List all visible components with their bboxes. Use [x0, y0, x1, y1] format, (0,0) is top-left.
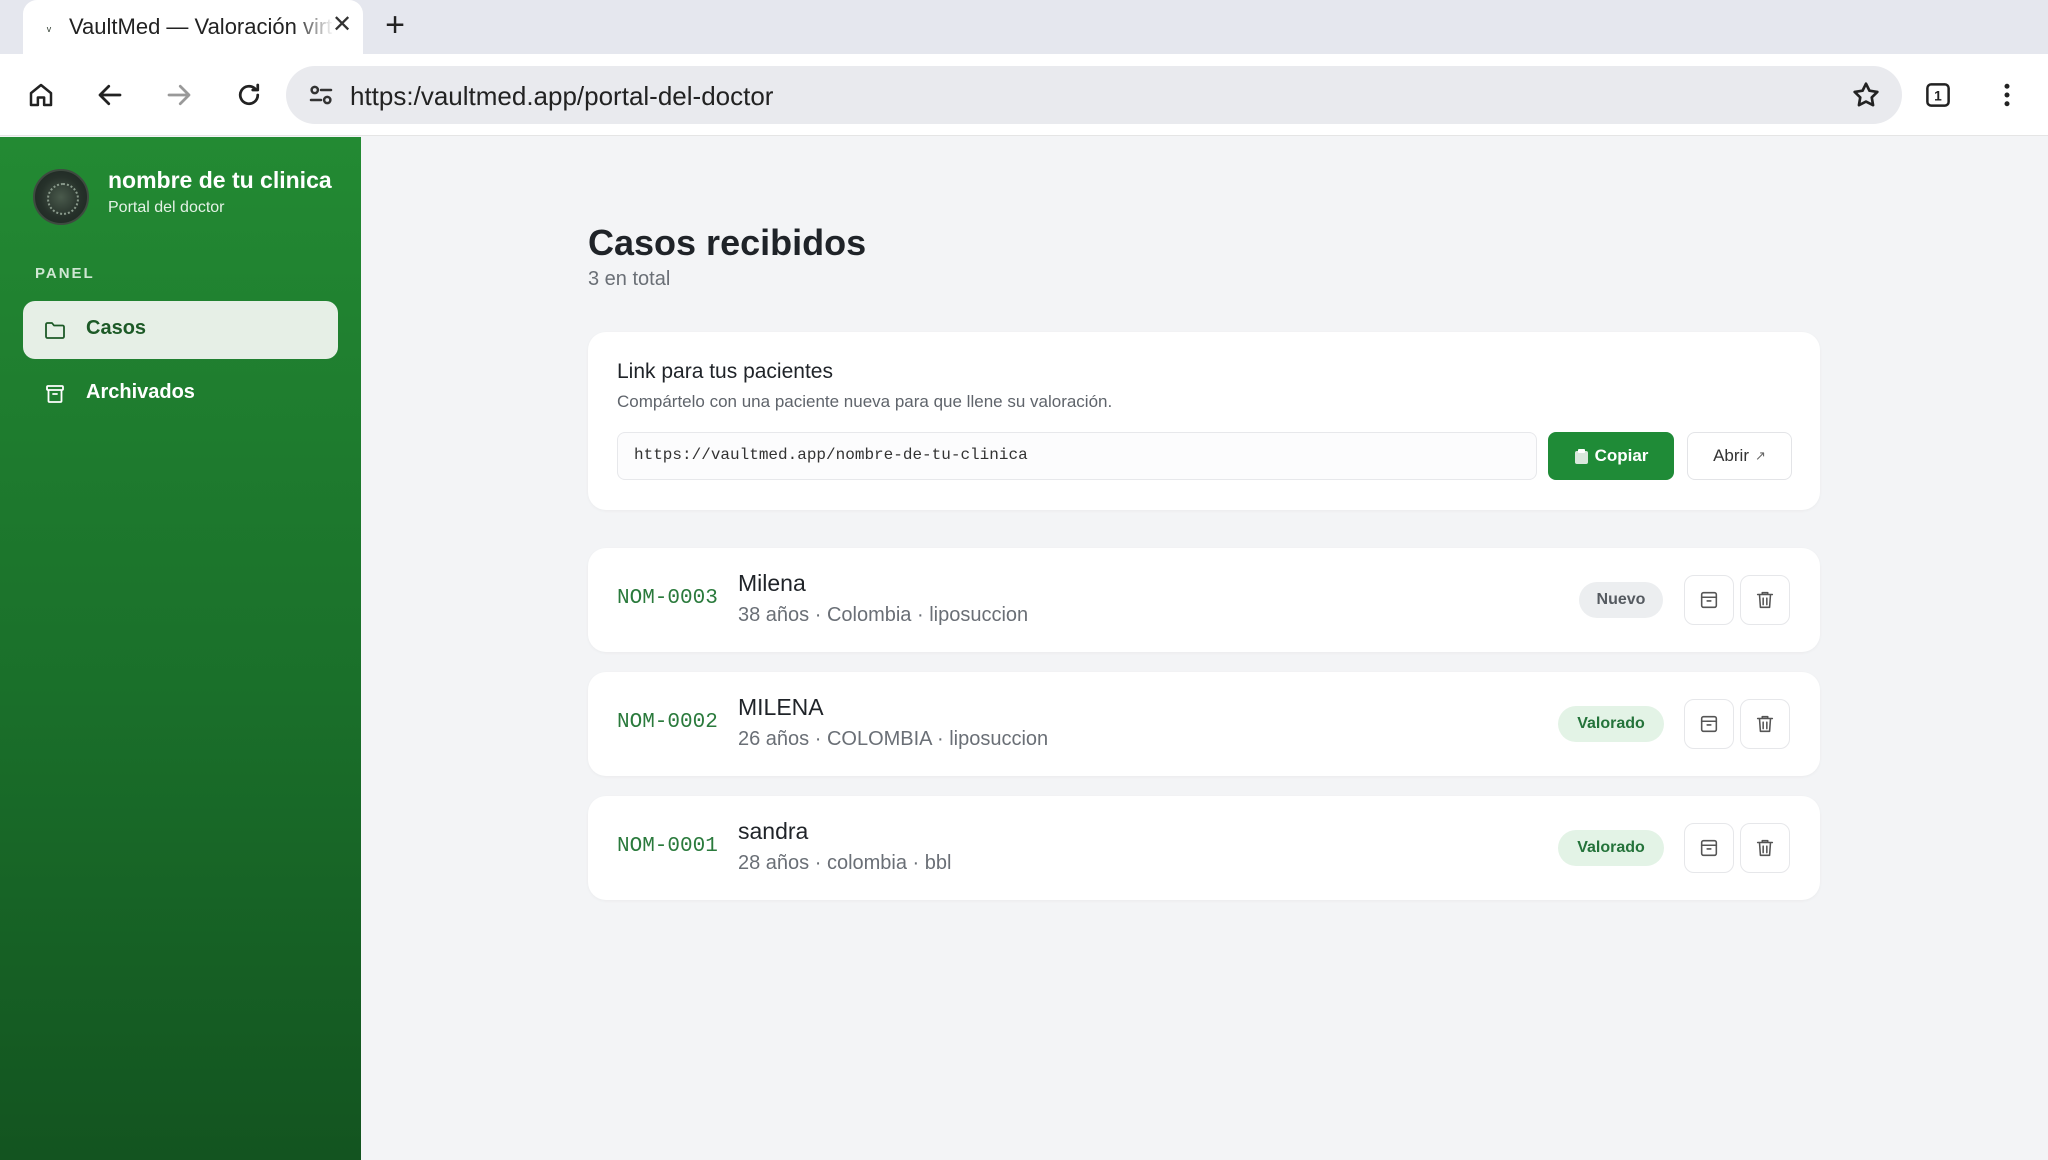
tab-switcher-icon[interactable]: 1: [1917, 74, 1959, 116]
forward-icon[interactable]: [158, 74, 200, 116]
archive-icon: [1700, 715, 1718, 733]
folder-icon: [45, 322, 65, 339]
patient-details: 38 años · Colombia · liposuccion: [738, 604, 1029, 626]
sidebar: nombre de tu clinica Portal del doctor P…: [0, 137, 361, 1160]
favicon-icon: ᵥ: [46, 19, 52, 34]
patient-details: 28 años · colombia · bbl: [738, 852, 952, 874]
delete-case-button[interactable]: [1740, 575, 1790, 625]
case-code: NOM-0001: [617, 835, 718, 858]
archive-icon: [46, 385, 64, 403]
trash-icon: [1756, 715, 1774, 733]
patient-details: 26 años · COLOMBIA · liposuccion: [738, 728, 1049, 750]
bookmark-star-icon[interactable]: [1850, 79, 1882, 111]
copy-label: Copiar: [1594, 446, 1649, 465]
status-badge: Valorado: [1558, 830, 1664, 866]
sidebar-item-casos[interactable]: Casos: [23, 301, 338, 359]
browser-tab[interactable]: ᵥ VaultMed — Valoración virtual ✕: [23, 0, 363, 54]
case-count: 3 en total: [588, 268, 671, 290]
case-row[interactable]: NOM-0003 Milena 38 años · Colombia · lip…: [588, 548, 1820, 652]
site-settings-icon[interactable]: [306, 80, 336, 110]
trash-icon: [1756, 591, 1774, 609]
patient-name: sandra: [738, 818, 809, 844]
archive-case-button[interactable]: [1684, 699, 1734, 749]
section-label: PANEL: [35, 265, 95, 282]
open-label: Abrir: [1713, 446, 1749, 465]
url-text[interactable]: https:/vaultmed.app/portal-del-doctor: [350, 81, 773, 112]
delete-case-button[interactable]: [1740, 823, 1790, 873]
clinic-name: nombre de tu clinica: [108, 167, 332, 193]
patient-link-field[interactable]: https://vaultmed.app/nombre-de-tu-clinic…: [617, 432, 1537, 480]
open-link-button[interactable]: Abrir ↗: [1687, 432, 1792, 480]
close-tab-icon[interactable]: ✕: [329, 12, 355, 38]
trash-icon: [1756, 839, 1774, 857]
link-card-title: Link para tus pacientes: [617, 360, 833, 383]
patient-name: MILENA: [738, 694, 824, 720]
sidebar-item-label: Archivados: [86, 381, 195, 403]
archive-icon: [1700, 591, 1718, 609]
tab-title: VaultMed — Valoración virtual: [69, 14, 334, 39]
status-badge: Nuevo: [1579, 582, 1663, 618]
case-row[interactable]: NOM-0001 sandra 28 años · colombia · bbl…: [588, 796, 1820, 900]
archive-case-button[interactable]: [1684, 823, 1734, 873]
archive-case-button[interactable]: [1684, 575, 1734, 625]
home-icon[interactable]: [20, 74, 62, 116]
browser-tabstrip: ᵥ VaultMed — Valoración virtual ✕ +: [0, 0, 2048, 54]
address-bar[interactable]: https:/vaultmed.app/portal-del-doctor: [286, 66, 1902, 124]
clipboard-icon: [1574, 448, 1588, 464]
back-icon[interactable]: [89, 74, 131, 116]
patient-link-card: Link para tus pacientes Compártelo con u…: [588, 332, 1820, 510]
copy-link-button[interactable]: Copiar: [1548, 432, 1674, 480]
case-code: NOM-0002: [617, 711, 718, 734]
browser-toolbar: https:/vaultmed.app/portal-del-doctor 1: [0, 54, 2048, 136]
clinic-logo: [33, 169, 89, 225]
menu-icon[interactable]: [1986, 74, 2028, 116]
page-title: Casos recibidos: [588, 222, 867, 263]
patient-name: Milena: [738, 570, 806, 596]
status-badge: Valorado: [1558, 706, 1664, 742]
case-code: NOM-0003: [617, 587, 718, 610]
new-tab-button[interactable]: +: [380, 8, 410, 42]
clinic-subtitle: Portal del doctor: [108, 199, 225, 216]
archive-icon: [1700, 839, 1718, 857]
sidebar-item-label: Casos: [86, 317, 147, 339]
reload-icon[interactable]: [228, 74, 270, 116]
external-link-icon: ↗: [1755, 448, 1766, 463]
delete-case-button[interactable]: [1740, 699, 1790, 749]
sidebar-item-archivados[interactable]: Archivados: [23, 365, 338, 423]
link-card-description: Compártelo con una paciente nueva para q…: [617, 392, 1113, 411]
tab-count: 1: [1934, 89, 1942, 104]
case-row[interactable]: NOM-0002 MILENA 26 años · COLOMBIA · lip…: [588, 672, 1820, 776]
